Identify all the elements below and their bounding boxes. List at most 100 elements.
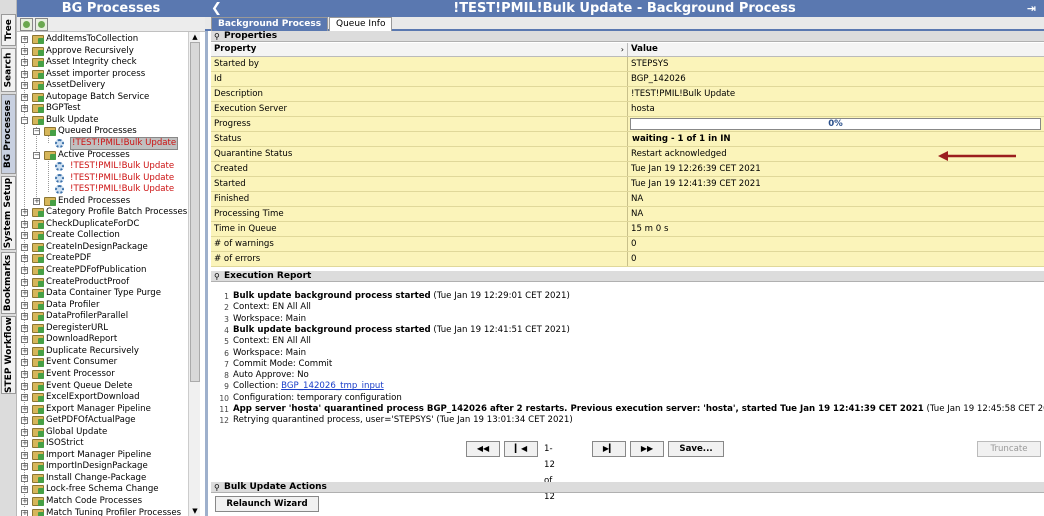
expand-icon[interactable]: + [21,347,28,355]
actions-section-header[interactable]: ⚲ Bulk Update Actions [211,482,1044,493]
tree-item[interactable]: + CreateInDesignPackage [17,242,188,253]
tree-item[interactable]: + Approve Recursively [17,46,188,57]
truncate-button[interactable]: Truncate [977,441,1041,457]
col-value-header[interactable]: Value [629,43,1044,56]
collapse-icon[interactable]: − [33,151,40,159]
tree-item[interactable]: + Asset Integrity check [17,57,188,68]
expand-icon[interactable]: + [21,359,28,367]
tree-item[interactable]: + Lock-free Schema Change [17,484,188,495]
property-row[interactable]: Progress 0% [211,117,1044,132]
vtab-tree[interactable]: Tree [1,14,16,46]
expand-icon[interactable]: + [21,498,28,505]
tree-item[interactable]: + DeregisterURL [17,323,188,334]
expand-icon[interactable]: + [21,301,28,309]
property-row[interactable]: Started Tue Jan 19 12:41:39 CET 2021 [211,177,1044,192]
scroll-down-icon[interactable]: ▼ [190,506,200,516]
tree-item[interactable]: + Data Container Type Purge [17,288,188,299]
expand-icon[interactable]: + [21,463,28,471]
section-pin-icon[interactable]: ⚲ [214,271,220,282]
tree-item[interactable]: + Export Manager Pipeline [17,404,188,415]
tree-item[interactable]: + Data Profiler [17,300,188,311]
expand-icon[interactable]: + [21,209,28,217]
tree-item[interactable]: + ISOStrict [17,438,188,449]
expand-icon[interactable]: + [21,267,28,274]
expand-icon[interactable]: + [21,290,28,298]
expand-icon[interactable]: + [21,405,28,413]
property-row[interactable]: Time in Queue 15 m 0 s [211,222,1044,237]
tree-item[interactable]: !TEST!PMIL!Bulk Update [17,173,188,184]
tree-item[interactable]: − Active Processes [17,150,188,161]
vtab-step-workflow[interactable]: STEP Workflow [1,316,16,394]
tree-item[interactable]: + CreatePDF [17,253,188,264]
tree-item[interactable]: !TEST!PMIL!Bulk Update [17,136,188,150]
tree-item[interactable]: + Asset importer process [17,69,188,80]
tree-item[interactable]: + CreateProductProof [17,277,188,288]
property-row[interactable]: Quarantine Status Restart acknowledged [211,147,1044,162]
expand-icon[interactable]: + [21,486,28,494]
report-section-header[interactable]: ⚲ Execution Report [211,271,1044,282]
last-page-icon[interactable]: ▶▶ [630,441,664,457]
expand-icon[interactable]: + [21,93,28,101]
prev-page-icon[interactable]: ▎◀ [504,441,538,457]
tree-item[interactable]: + Create Collection [17,230,188,241]
tree-item[interactable]: + Install Change-Package [17,473,188,484]
vtab-system-setup[interactable]: System Setup [1,176,16,250]
tree-item[interactable]: + DownloadReport [17,334,188,345]
expand-icon[interactable]: + [21,255,28,263]
tree-item[interactable]: + DataProfilerParallel [17,311,188,322]
property-row[interactable]: Description !TEST!PMIL!Bulk Update [211,87,1044,102]
expand-icon[interactable]: + [21,509,28,516]
tree-item[interactable]: + ExcelExportDownload [17,392,188,403]
property-row[interactable]: Id BGP_142026 [211,72,1044,87]
tree-process-icon[interactable] [20,18,33,31]
tree-item[interactable]: + Global Update [17,427,188,438]
expand-icon[interactable]: + [21,313,28,321]
tree-scrollbar[interactable]: ▲ ▼ [188,32,200,516]
save-button[interactable]: Save... [668,441,724,457]
tree-item[interactable]: + CreatePDFofPublication [17,265,188,276]
vtab-bg-processes[interactable]: BG Processes [1,94,16,174]
tree-item[interactable]: − Queued Processes [17,126,188,137]
tree-item[interactable]: + Autopage Batch Service [17,92,188,103]
section-pin-icon[interactable]: ⚲ [214,482,220,493]
expand-icon[interactable]: + [21,394,28,402]
expand-icon[interactable]: + [33,197,40,205]
vtab-bookmarks[interactable]: Bookmarks [1,252,16,314]
expand-icon[interactable]: + [21,324,28,332]
property-row[interactable]: Status waiting - 1 of 1 in IN [211,132,1044,147]
property-row[interactable]: # of errors 0 [211,252,1044,267]
first-page-icon[interactable]: ◀◀ [466,441,500,457]
tab-queue-info[interactable]: Queue Info [329,17,393,31]
tree-item[interactable]: + Category Profile Batch Processes [17,207,188,218]
expand-icon[interactable]: + [21,451,28,459]
vtab-search[interactable]: Search [1,48,16,92]
tree-item[interactable]: !TEST!PMIL!Bulk Update [17,161,188,172]
expand-icon[interactable]: + [21,59,28,67]
expand-icon[interactable]: + [21,440,28,448]
properties-section-header[interactable]: ⚲ Properties [211,31,1044,42]
tree-refresh-icon[interactable] [35,18,48,31]
scroll-up-icon[interactable]: ▲ [190,32,200,42]
expand-icon[interactable]: + [21,382,28,390]
expand-icon[interactable]: + [21,70,28,78]
expand-icon[interactable]: + [21,82,28,90]
tree-item[interactable]: + Event Consumer [17,357,188,368]
property-row[interactable]: Created Tue Jan 19 12:26:39 CET 2021 [211,162,1044,177]
tree-item[interactable]: + Import Manager Pipeline [17,450,188,461]
collection-link[interactable]: BGP_142026_tmp_input [281,381,384,391]
section-pin-icon[interactable]: ⚲ [214,31,220,42]
tree-item[interactable]: + Match Code Processes [17,496,188,507]
tree-item[interactable]: + GetPDFOfActualPage [17,415,188,426]
expand-icon[interactable]: + [21,232,28,240]
tree-item[interactable]: + BGPTest [17,103,188,114]
tree-item[interactable]: − Bulk Update [17,115,188,126]
property-row[interactable]: # of warnings 0 [211,237,1044,252]
tree-item[interactable]: + Event Processor [17,369,188,380]
collapse-icon[interactable]: − [33,128,40,136]
expand-icon[interactable]: + [21,336,28,344]
property-row[interactable]: Processing Time NA [211,207,1044,222]
expand-icon[interactable]: + [21,105,28,113]
tree-item[interactable]: + ImportInDesignPackage [17,461,188,472]
property-row[interactable]: Finished NA [211,192,1044,207]
tree-item[interactable]: + Match Tuning Profiler Processes [17,508,188,516]
